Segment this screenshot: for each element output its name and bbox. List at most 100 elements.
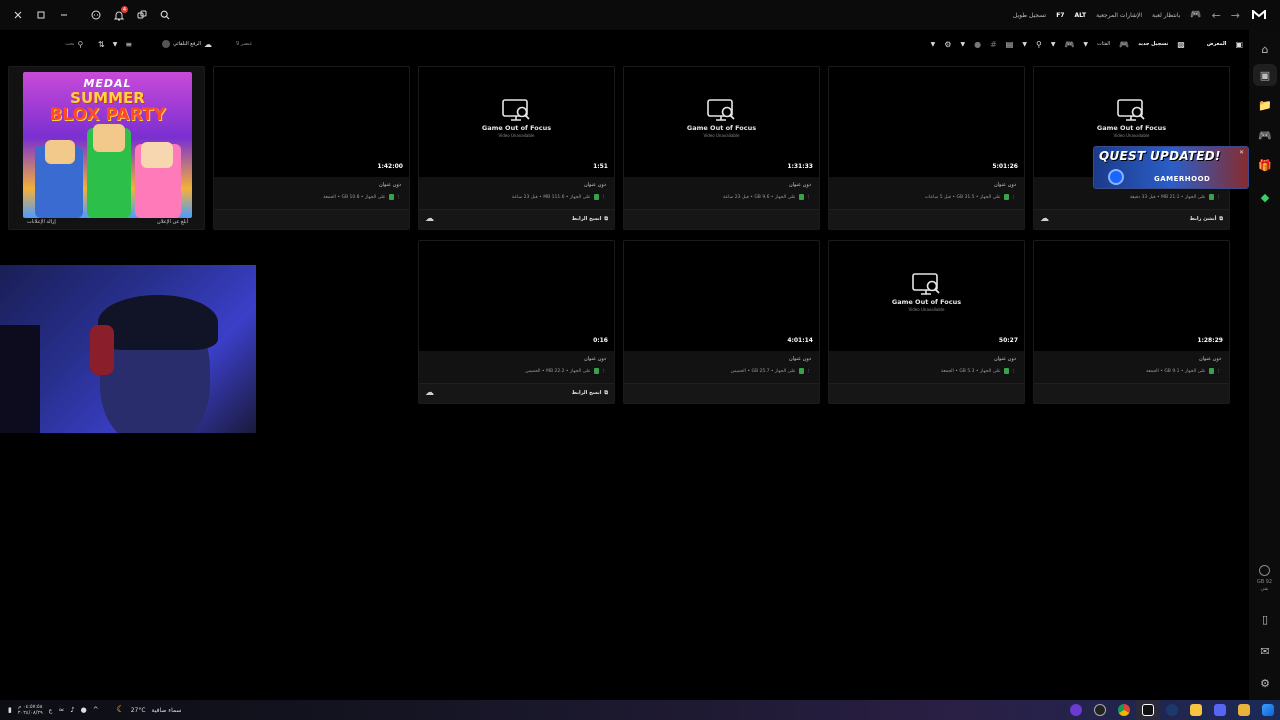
volume-icon[interactable]: ♪ bbox=[70, 706, 74, 714]
microphone-icon[interactable]: ● bbox=[81, 706, 87, 714]
clip-card[interactable]: 4:01:14 دون عنوان ⋮ على الجهاز • GB 25.7 • … bbox=[623, 240, 820, 404]
sidebar-library[interactable]: ▣ bbox=[1253, 64, 1277, 86]
clip-card[interactable]: Game Out of Focus Video Unavailable 50:27 د… bbox=[828, 240, 1025, 404]
taskbar-app-discord[interactable] bbox=[1208, 700, 1232, 720]
notifications-button[interactable]: 4 bbox=[107, 0, 130, 30]
hotkey-label[interactable]: تسجيل طويل bbox=[1013, 12, 1046, 19]
clip-title[interactable]: دون عنوان bbox=[584, 182, 606, 188]
minimize-button[interactable] bbox=[52, 0, 75, 30]
clip-card[interactable]: 0:16 دون عنوان ⋮ على الجهاز • MB 22.2 • الخ… bbox=[418, 240, 615, 404]
gallery-tab[interactable]: المعرض bbox=[1207, 41, 1227, 47]
clip-thumbnail[interactable] bbox=[624, 241, 819, 351]
ad-card[interactable]: MEDAL SUMMER BLOX PARTY أبلغ عن الإعلان … bbox=[8, 66, 205, 230]
language-indicator[interactable]: ع bbox=[49, 707, 53, 714]
chevron-down-icon[interactable]: ▼ bbox=[113, 41, 118, 48]
close-button[interactable] bbox=[6, 0, 29, 30]
ad-banner-image[interactable]: MEDAL SUMMER BLOX PARTY bbox=[23, 72, 192, 218]
clip-card[interactable]: 5:01:26 دون عنوان ⋮ على الجهاز • GB 31.5 • … bbox=[828, 66, 1025, 230]
more-icon[interactable]: ⋮ bbox=[397, 195, 402, 200]
discord-button[interactable] bbox=[130, 0, 153, 30]
taskbar-app-explorer[interactable] bbox=[1232, 700, 1256, 720]
cloud-upload-icon[interactable]: ☁ bbox=[425, 214, 434, 224]
bookmarks-label[interactable]: الإشارات المرجعية bbox=[1096, 12, 1142, 19]
hashtag-icon[interactable]: # bbox=[990, 40, 997, 49]
new-record-tab[interactable]: تسجيل جديد bbox=[1138, 41, 1168, 47]
sidebar-feedback[interactable]: ✉ bbox=[1253, 640, 1277, 662]
search-button[interactable] bbox=[153, 0, 176, 30]
clip-title[interactable]: دون عنوان bbox=[584, 356, 606, 362]
taskbar-app-chrome[interactable] bbox=[1112, 700, 1136, 720]
more-icon[interactable]: ⋮ bbox=[1012, 195, 1017, 200]
taskbar-app-obs[interactable] bbox=[1064, 700, 1088, 720]
controller-icon[interactable]: 🎮 bbox=[1064, 40, 1074, 49]
remove-ads-link[interactable]: إزالة الإعلانات bbox=[27, 219, 56, 225]
wait-game-label[interactable]: بانتظار لعبة bbox=[1152, 12, 1180, 19]
weather-text[interactable]: سماء صافية bbox=[152, 707, 182, 714]
chevron-down-icon[interactable]: ▼ bbox=[1083, 41, 1088, 48]
wifi-icon[interactable]: ≈ bbox=[58, 706, 64, 714]
sidebar-rewards[interactable]: 🎁 bbox=[1253, 154, 1277, 176]
sidebar-quests[interactable]: ◆ bbox=[1253, 186, 1277, 208]
clip-thumbnail[interactable] bbox=[829, 67, 1024, 177]
chevron-up-icon[interactable]: ^ bbox=[93, 706, 99, 714]
quest-updated-popup[interactable]: QUEST UPDATED! GAMERHOOD ✕ bbox=[1093, 146, 1249, 189]
clip-thumbnail[interactable] bbox=[1034, 241, 1229, 351]
clip-card[interactable]: Game Out of Focus Video Unavailable 1:31:3… bbox=[623, 66, 820, 230]
weather-temp[interactable]: 27°C bbox=[131, 707, 146, 714]
cloud-upload-icon[interactable]: ☁ bbox=[1040, 214, 1049, 224]
clip-title[interactable]: دون عنوان bbox=[994, 356, 1016, 362]
clip-card[interactable]: Game Out of Focus Video Unavailable 1:51 دو… bbox=[418, 66, 615, 230]
more-icon[interactable]: ⋮ bbox=[1012, 369, 1017, 374]
taskbar-app-sticky[interactable] bbox=[1184, 700, 1208, 720]
sidebar-games[interactable]: 🎮 bbox=[1253, 124, 1277, 146]
notification-center-icon[interactable]: ▮ bbox=[8, 706, 12, 714]
clip-title[interactable]: دون عنوان bbox=[789, 182, 811, 188]
report-ad-link[interactable]: أبلغ عن الإعلان bbox=[157, 219, 188, 225]
back-arrow[interactable]: → bbox=[1231, 9, 1240, 22]
more-icon[interactable]: ⋮ bbox=[807, 195, 812, 200]
chevron-down-icon[interactable]: ▼ bbox=[1022, 41, 1027, 48]
clip-card[interactable]: 1:42:00 دون عنوان ⋮ على الجهاز • GB 10.8 • … bbox=[213, 66, 410, 230]
chevron-down-icon[interactable]: ▼ bbox=[960, 41, 965, 48]
taskbar-app-start[interactable] bbox=[1256, 700, 1280, 720]
more-icon[interactable]: ⋮ bbox=[602, 195, 607, 200]
filter-icon[interactable]: ≡ bbox=[125, 40, 132, 49]
feedback-button[interactable] bbox=[84, 0, 107, 30]
maximize-button[interactable] bbox=[29, 0, 52, 30]
taskbar-app-steam[interactable] bbox=[1160, 700, 1184, 720]
clip-title[interactable]: دون عنوان bbox=[994, 182, 1016, 188]
sidebar-home[interactable]: ⌂ bbox=[1253, 38, 1277, 60]
clock[interactable]: ٠٤:٥٧:٥٨ م ٢٠٢٤/٠٨/٢٩ bbox=[18, 704, 43, 716]
auto-upload-toggle[interactable]: الرفع التلقائي ☁ bbox=[162, 40, 212, 49]
close-icon[interactable]: ✕ bbox=[1239, 149, 1244, 156]
user-icon[interactable]: ● bbox=[974, 40, 981, 49]
medal-logo[interactable] bbox=[1250, 6, 1268, 24]
more-icon[interactable]: ⋮ bbox=[1217, 369, 1222, 374]
taskbar-app-medal[interactable] bbox=[1136, 700, 1160, 720]
share-link-button[interactable]: ⧉ انسخ الرابط bbox=[572, 390, 608, 396]
sort-icon[interactable]: ⇅ bbox=[98, 40, 105, 49]
sidebar-settings[interactable]: ⚙ bbox=[1253, 672, 1277, 694]
clip-title[interactable]: دون عنوان bbox=[1199, 356, 1221, 362]
clip-thumbnail[interactable] bbox=[419, 241, 614, 351]
location-pin-icon[interactable]: ⚲ bbox=[1036, 40, 1042, 49]
share-link-button[interactable]: ⧉ انسخ الرابط bbox=[572, 216, 608, 222]
gear-icon[interactable]: ⚙ bbox=[944, 40, 951, 49]
clip-card[interactable]: 1:28:29 دون عنوان ⋮ على الجهاز • GB 9.1 • ا… bbox=[1033, 240, 1230, 404]
cloud-upload-icon[interactable]: ☁ bbox=[425, 388, 434, 398]
clip-title[interactable]: دون عنوان bbox=[379, 182, 401, 188]
clip-thumbnail[interactable] bbox=[214, 67, 409, 177]
more-icon[interactable]: ⋮ bbox=[807, 369, 812, 374]
games-filter[interactable]: الفئات bbox=[1097, 41, 1110, 47]
taskbar-app-obs-studio[interactable] bbox=[1088, 700, 1112, 720]
forward-arrow[interactable]: ← bbox=[1212, 9, 1221, 22]
sidebar-mobile[interactable]: ▯ bbox=[1253, 608, 1277, 630]
sidebar-folders[interactable]: 📁 bbox=[1253, 94, 1277, 116]
clip-title[interactable]: دون عنوان bbox=[789, 356, 811, 362]
more-icon[interactable]: ⋮ bbox=[602, 369, 607, 374]
storage-indicator[interactable]: GB 92 بقي bbox=[1249, 565, 1280, 593]
search-box[interactable]: بحث ⚲ bbox=[10, 37, 90, 51]
image-icon[interactable]: ▤ bbox=[1006, 40, 1014, 49]
chevron-down-icon[interactable]: ▼ bbox=[931, 41, 936, 48]
share-link-button[interactable]: ⧉ أنشئ رابط bbox=[1190, 216, 1223, 222]
